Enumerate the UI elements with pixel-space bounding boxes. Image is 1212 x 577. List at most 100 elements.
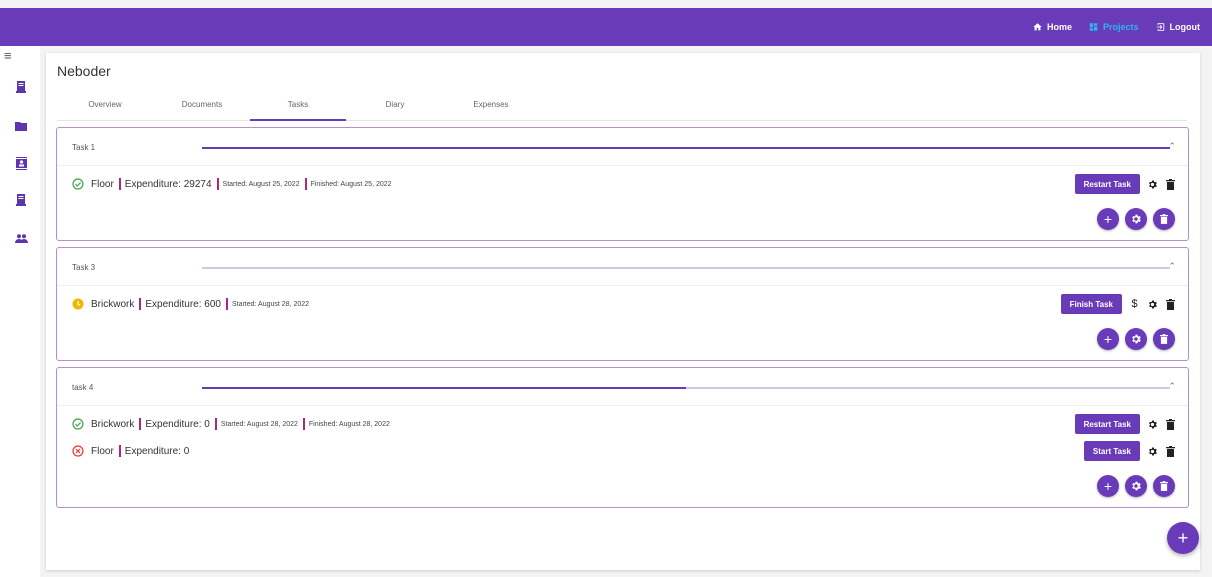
- tab-overview[interactable]: Overview: [57, 99, 153, 121]
- sidebar-item-folder[interactable]: [14, 119, 28, 133]
- sidebar: ≡: [0, 46, 40, 577]
- gear-icon[interactable]: [1147, 177, 1158, 191]
- restart-task-button[interactable]: Restart Task: [1074, 174, 1140, 194]
- check-circle-icon: [72, 418, 84, 430]
- task-group-card: task 4 ⌃ Brickwork Expenditure: 0 Starte…: [56, 367, 1189, 508]
- trash-icon: [1160, 481, 1168, 491]
- folder-icon: [15, 122, 27, 131]
- tab-expenses[interactable]: Expenses: [443, 99, 539, 121]
- restart-task-button[interactable]: Restart Task: [1074, 414, 1140, 434]
- task-actions: Start Task: [1083, 440, 1176, 462]
- book-icon: [16, 194, 26, 206]
- divider: [139, 418, 142, 430]
- sidebar-item-people[interactable]: [14, 231, 28, 245]
- progress-fill: [202, 147, 1170, 149]
- add-button[interactable]: +: [1097, 475, 1119, 497]
- trash-icon[interactable]: [1165, 417, 1176, 431]
- chevron-up-icon[interactable]: ⌃: [1168, 261, 1176, 272]
- task-group-header[interactable]: Task 3 ⌃: [57, 248, 1188, 286]
- divider: [118, 178, 121, 190]
- trash-icon: [1160, 214, 1168, 224]
- settings-button[interactable]: [1125, 328, 1147, 350]
- gear-icon[interactable]: [1147, 417, 1158, 431]
- task-group-fabs: +: [1097, 475, 1175, 497]
- task-item-name: Floor: [91, 178, 114, 190]
- add-task-group-button[interactable]: +: [1167, 522, 1199, 554]
- task-actions: Restart Task: [1074, 173, 1176, 195]
- progress-fill: [202, 387, 686, 389]
- task-started-date: Started: August 28, 2022: [231, 300, 310, 308]
- task-group-fabs: +: [1097, 328, 1175, 350]
- nav-projects-label: Projects: [1102, 22, 1139, 32]
- chevron-up-icon[interactable]: ⌃: [1168, 381, 1176, 392]
- divider: [118, 445, 121, 457]
- sidebar-item-contacts[interactable]: [14, 156, 28, 170]
- task-group-card: Task 3 ⌃ Brickwork Expenditure: 600 Star…: [56, 247, 1189, 361]
- finish-task-button[interactable]: Finish Task: [1060, 294, 1122, 314]
- task-group-progress-bar: [202, 267, 1170, 269]
- task-group-header[interactable]: task 4 ⌃: [57, 368, 1188, 406]
- task-item-name: Brickwork: [91, 298, 135, 310]
- divider: [304, 178, 307, 190]
- nav-projects-link[interactable]: Projects: [1088, 22, 1139, 32]
- task-expenditure: Expenditure: 0: [124, 445, 190, 457]
- plus-icon: +: [1103, 478, 1113, 494]
- plus-icon: +: [1103, 211, 1113, 227]
- home-icon: [1033, 23, 1042, 31]
- check-circle-icon: [72, 178, 84, 190]
- settings-button[interactable]: [1125, 208, 1147, 230]
- nav-logout-link[interactable]: Logout: [1155, 22, 1201, 32]
- task-group-progress-bar: [202, 387, 1170, 389]
- sidebar-item-book[interactable]: [14, 80, 28, 94]
- delete-button[interactable]: [1153, 328, 1175, 350]
- trash-icon[interactable]: [1165, 297, 1176, 311]
- task-item-name: Brickwork: [91, 418, 135, 430]
- task-row: Floor Expenditure: 29274 Started: August…: [72, 175, 392, 193]
- gear-icon: [1132, 214, 1141, 224]
- menu-icon[interactable]: ≡: [4, 48, 12, 63]
- chevron-up-icon[interactable]: ⌃: [1168, 141, 1176, 152]
- plus-icon: +: [1103, 331, 1113, 347]
- settings-button[interactable]: [1125, 475, 1147, 497]
- nav-logout-label: Logout: [1169, 22, 1201, 32]
- add-button[interactable]: +: [1097, 208, 1119, 230]
- task-group-card: Task 1 ⌃ Floor Expenditure: 29274 Starte…: [56, 127, 1189, 241]
- task-group-name: Task 3: [72, 263, 96, 272]
- nav-home-label: Home: [1046, 22, 1072, 32]
- page-title: Neboder: [57, 63, 111, 79]
- main-panel: Neboder Overview Documents Tasks Diary E…: [46, 53, 1200, 570]
- divider: [216, 178, 219, 190]
- top-nav: Home Projects Logout: [1032, 8, 1200, 46]
- task-group-header[interactable]: Task 1 ⌃: [57, 128, 1188, 166]
- top-app-bar: Home Projects Logout: [0, 8, 1212, 46]
- task-row: Brickwork Expenditure: 0 Started: August…: [72, 415, 390, 433]
- delete-button[interactable]: [1153, 475, 1175, 497]
- task-group-progress-bar: [202, 147, 1170, 149]
- tab-tasks[interactable]: Tasks: [250, 99, 346, 121]
- tab-bar: Overview Documents Tasks Diary Expenses: [57, 99, 1187, 121]
- dollar-icon[interactable]: $: [1129, 297, 1140, 311]
- gear-icon[interactable]: [1147, 444, 1158, 458]
- task-expenditure: Expenditure: 0: [145, 418, 210, 430]
- plus-icon: +: [1177, 528, 1189, 548]
- trash-icon[interactable]: [1165, 444, 1176, 458]
- task-group-name: task 4: [72, 383, 94, 392]
- in-progress-icon: [72, 298, 84, 310]
- gear-icon: [1132, 334, 1141, 344]
- dashboard-icon: [1089, 23, 1098, 31]
- trash-icon[interactable]: [1165, 177, 1176, 191]
- add-button[interactable]: +: [1097, 328, 1119, 350]
- delete-button[interactable]: [1153, 208, 1175, 230]
- gear-icon[interactable]: [1147, 297, 1158, 311]
- tab-diary[interactable]: Diary: [347, 99, 443, 121]
- task-row: Brickwork Expenditure: 600 Started: Augu…: [72, 295, 309, 313]
- sidebar-item-book-2[interactable]: [14, 193, 28, 207]
- start-task-button[interactable]: Start Task: [1083, 441, 1140, 461]
- tab-documents[interactable]: Documents: [154, 99, 250, 121]
- task-actions: Restart Task: [1074, 413, 1176, 435]
- task-finished-date: Finished: August 28, 2022: [308, 420, 390, 428]
- divider: [225, 298, 228, 310]
- nav-home-link[interactable]: Home: [1032, 22, 1072, 32]
- task-row: Floor Expenditure: 0: [72, 442, 189, 460]
- divider: [214, 418, 217, 430]
